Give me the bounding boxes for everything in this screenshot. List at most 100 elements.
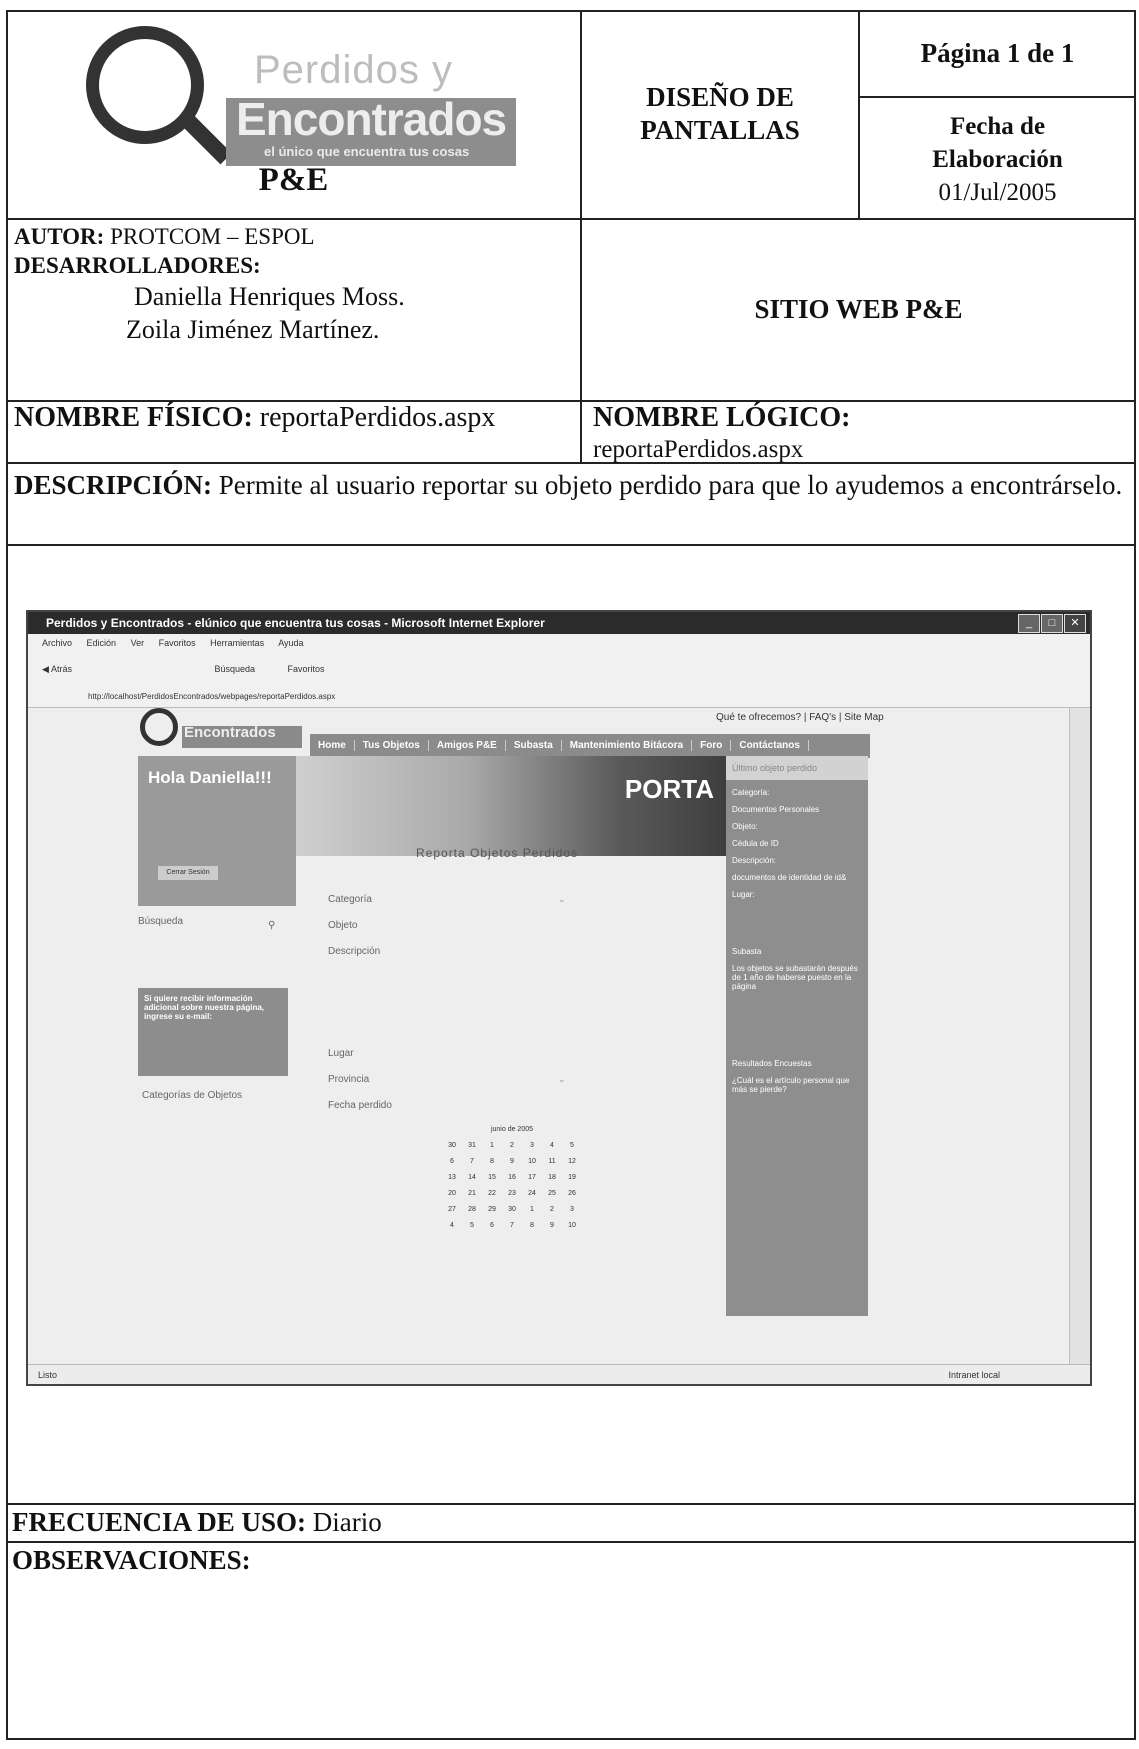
developer-2: Zoila Jiménez Martínez. [126,315,380,344]
calendar-day[interactable]: 9 [542,1217,562,1233]
site-logo[interactable]: Encontrados [138,708,308,756]
calendar-day[interactable]: 1 [522,1201,542,1217]
calendar-day[interactable]: 7 [462,1153,482,1169]
physical-name-label: NOMBRE FÍSICO: [14,402,253,433]
banner-text: PORTA [624,774,714,804]
calendar-day[interactable]: 20 [442,1185,462,1201]
calendar-day[interactable]: 8 [482,1153,502,1169]
calendar-day[interactable]: 23 [502,1185,522,1201]
calendar-day[interactable]: 24 [522,1185,542,1201]
magnifier-icon [140,708,178,746]
label-fecha: Fecha perdido [328,1100,392,1111]
calendar-day[interactable]: 4 [442,1217,462,1233]
author-value: PROTCOM – ESPOL [104,224,315,249]
calendar-day[interactable]: 12 [562,1153,582,1169]
calendar-day[interactable]: 21 [462,1185,482,1201]
description-cell: DESCRIPCIÓN: Permite al usuario reportar… [6,464,1136,544]
calendar-day[interactable]: 30 [502,1201,522,1217]
calendar-day[interactable]: 17 [522,1169,542,1185]
calendar-day[interactable]: 15 [482,1169,502,1185]
observations-label: OBSERVACIONES: [12,1545,251,1575]
menu-edicion[interactable]: Edición [87,638,117,648]
calendar-day[interactable]: 27 [442,1201,462,1217]
calendar-day[interactable]: 18 [542,1169,562,1185]
calendar-day[interactable]: 9 [502,1153,522,1169]
minimize-icon[interactable]: _ [1018,614,1040,633]
calendar-day[interactable]: 16 [502,1169,522,1185]
sidebar-item: Objeto: [732,822,758,831]
calendar-day[interactable]: 7 [502,1217,522,1233]
calendar-day[interactable]: 2 [542,1201,562,1217]
calendar-day[interactable]: 22 [482,1185,502,1201]
calendar-day[interactable]: 31 [462,1137,482,1153]
nav-contactanos[interactable]: Contáctanos [731,740,809,751]
label-descripcion: Descripción [328,946,381,957]
nav-subasta[interactable]: Subasta [505,740,562,751]
frequency-label: FRECUENCIA DE USO: [12,1507,307,1537]
menu-favoritos[interactable]: Favoritos [159,638,196,648]
calendar-day[interactable]: 29 [482,1201,502,1217]
menu-ver[interactable]: Ver [131,638,145,648]
top-links[interactable]: Qué te ofrecemos? | FAQ's | Site Map [716,712,884,723]
calendar-day[interactable]: 26 [562,1185,582,1201]
form-title: Reporta Objetos Perdidos [416,846,579,860]
status-text: Listo [38,1370,58,1380]
row-divider-4 [6,544,1136,546]
calendar-day[interactable]: 5 [562,1137,582,1153]
nav-tus-objetos[interactable]: Tus Objetos [354,740,429,751]
calendar-day[interactable]: 8 [522,1217,542,1233]
calendar-day[interactable]: 11 [542,1153,562,1169]
categories-label[interactable]: Categorías de Objetos [142,1090,242,1101]
nav-home[interactable]: Home [310,740,355,751]
calendar-week: 20 21 22 23 24 25 26 [442,1185,582,1201]
date-calendar[interactable]: junio de 2005 30 31 1 2 3 4 5 6 7 8 9 10 11 12 13 14 15 1… [442,1126,582,1233]
newsletter-box: Si quiere recibir información adicional … [138,988,288,1076]
date-label-1: Fecha de [949,113,1046,140]
last-lost-object: Último objeto perdido [726,756,868,780]
calendar-week: 13 14 15 16 17 18 19 [442,1169,582,1185]
calendar-week: 30 31 1 2 3 4 5 [442,1137,582,1153]
menu-archivo[interactable]: Archivo [42,638,72,648]
calendar-day[interactable]: 10 [522,1153,542,1169]
calendar-day[interactable]: 1 [482,1137,502,1153]
chevron-down-icon[interactable]: ⌄ [558,894,566,905]
page-number: Página 1 de 1 [920,37,1075,68]
calendar-day[interactable]: 6 [442,1153,462,1169]
calendar-day[interactable]: 5 [462,1217,482,1233]
close-icon[interactable]: ✕ [1064,614,1086,633]
address-bar[interactable]: http://localhost/PerdidosEncontrados/web… [28,686,1090,708]
banner-image: PORTA [296,756,726,856]
sidebar-item: Resultados Encuestas [732,1059,812,1068]
zone-text: Intranet local [948,1370,1000,1380]
calendar-day[interactable]: 6 [482,1217,502,1233]
calendar-day[interactable]: 28 [462,1201,482,1217]
search-icon[interactable]: ⚲ [268,920,275,931]
calendar-day[interactable]: 3 [562,1201,582,1217]
logout-button[interactable]: Cerrar Sesión [158,866,218,880]
back-button[interactable]: ◀ Atrás [42,664,102,674]
menu-herramientas[interactable]: Herramientas [210,638,264,648]
calendar-day[interactable]: 4 [542,1137,562,1153]
nav-bitacora[interactable]: Mantenimiento Bitácora [561,740,693,751]
calendar-week: 6 7 8 9 10 11 12 [442,1153,582,1169]
chevron-down-icon[interactable]: ⌄ [558,1074,566,1085]
nav-amigos[interactable]: Amigos P&E [428,740,506,751]
calendar-day[interactable]: 13 [442,1169,462,1185]
date-value: 01/Jul/2005 [938,179,1057,206]
calendar-day[interactable]: 30 [442,1137,462,1153]
nav-foro[interactable]: Foro [692,740,732,751]
calendar-day[interactable]: 14 [462,1169,482,1185]
maximize-icon[interactable]: □ [1041,614,1063,633]
logo-cell: Perdidos y Encontrados el único que encu… [6,10,581,218]
calendar-day[interactable]: 3 [522,1137,542,1153]
favorites-button[interactable]: Favoritos [288,664,325,674]
greeting: Hola Daniella!!! [148,768,272,787]
calendar-day[interactable]: 25 [542,1185,562,1201]
screen-capture: Perdidos y Encontrados - elúnico que enc… [26,610,1092,1386]
menu-ayuda[interactable]: Ayuda [278,638,303,648]
search-button[interactable]: Búsqueda [214,664,255,674]
calendar-day[interactable]: 10 [562,1217,582,1233]
scrollbar[interactable] [1069,708,1090,1364]
calendar-day[interactable]: 2 [502,1137,522,1153]
calendar-day[interactable]: 19 [562,1169,582,1185]
